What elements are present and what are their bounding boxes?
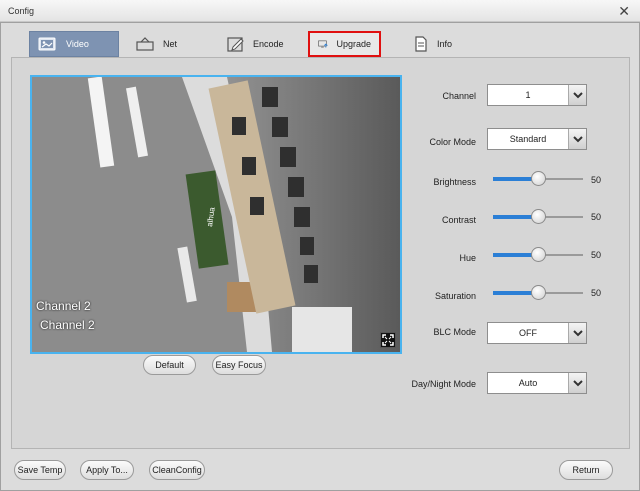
clean-config-button[interactable]: CleanConfig <box>149 460 205 480</box>
slider-thumb[interactable] <box>531 285 546 300</box>
color-mode-value: Standard <box>509 134 547 144</box>
tab-video[interactable]: Video <box>29 31 119 57</box>
osd-channel-title: Channel 2 <box>40 318 95 332</box>
tab-label: Net <box>163 39 178 49</box>
contrast-value: 50 <box>591 212 602 222</box>
tab-label: Upgrade <box>336 39 371 49</box>
video-preview[interactable]: alhua Channel 2 Channel 2 <box>30 75 402 354</box>
color-mode-label: Color Mode <box>429 137 476 147</box>
easy-focus-button[interactable]: Easy Focus <box>212 355 266 375</box>
blc-mode-select[interactable]: OFF <box>487 322 587 344</box>
saturation-label: Saturation <box>434 291 476 301</box>
tab-label: Info <box>437 39 453 49</box>
osd-channel-title: Channel 2 <box>36 299 91 313</box>
apply-to-button[interactable]: Apply To... <box>80 460 134 480</box>
network-icon <box>136 37 154 51</box>
chevron-down-icon <box>568 85 586 105</box>
saturation-value: 50 <box>591 288 602 298</box>
day-night-mode-label: Day/Night Mode <box>411 379 476 389</box>
tab-net[interactable]: Net <box>127 31 207 57</box>
tab-encode[interactable]: Encode <box>219 31 299 57</box>
edit-icon <box>227 37 244 52</box>
default-button[interactable]: Default <box>143 355 196 375</box>
image-icon <box>38 37 56 51</box>
brightness-slider[interactable] <box>493 171 583 187</box>
chevron-down-icon <box>568 323 586 343</box>
hue-label: Hue <box>459 253 476 263</box>
chevron-down-icon <box>568 373 586 393</box>
day-night-mode-value: Auto <box>518 378 538 388</box>
slider-thumb[interactable] <box>531 209 546 224</box>
slider-thumb[interactable] <box>531 171 546 186</box>
tab-upgrade[interactable]: Upgrade <box>308 31 381 57</box>
blc-mode-label: BLC Mode <box>433 327 476 337</box>
contrast-slider[interactable] <box>493 209 583 225</box>
brightness-label: Brightness <box>433 177 476 187</box>
channel-value: 1 <box>525 90 531 100</box>
window-title: Config <box>8 6 35 16</box>
hue-value: 50 <box>591 250 602 260</box>
document-icon <box>415 36 427 52</box>
return-button[interactable]: Return <box>559 460 613 480</box>
blc-mode-value: OFF <box>519 328 537 338</box>
save-temp-button[interactable]: Save Temp <box>14 460 66 480</box>
close-icon[interactable]: ✕ <box>618 3 630 20</box>
hue-slider[interactable] <box>493 247 583 263</box>
channel-select[interactable]: 1 <box>487 84 587 106</box>
contrast-label: Contrast <box>441 215 476 225</box>
config-window: Video Net Encode Upgrade Info alhua Chan… <box>0 22 640 491</box>
saturation-slider[interactable] <box>493 285 583 301</box>
chevron-down-icon <box>568 129 586 149</box>
slider-thumb[interactable] <box>531 247 546 262</box>
channel-label: Channel <box>442 91 476 101</box>
day-night-mode-select[interactable]: Auto <box>487 372 587 394</box>
tab-label: Video <box>66 39 89 49</box>
title-bar: Config ✕ <box>0 0 640 22</box>
monitor-upgrade-icon <box>318 40 328 48</box>
brightness-value: 50 <box>591 175 602 185</box>
tab-info[interactable]: Info <box>405 31 475 57</box>
video-settings-panel: alhua Channel 2 Channel 2 Default Easy F… <box>11 57 630 449</box>
color-mode-select[interactable]: Standard <box>487 128 587 150</box>
tab-label: Encode <box>253 39 284 49</box>
